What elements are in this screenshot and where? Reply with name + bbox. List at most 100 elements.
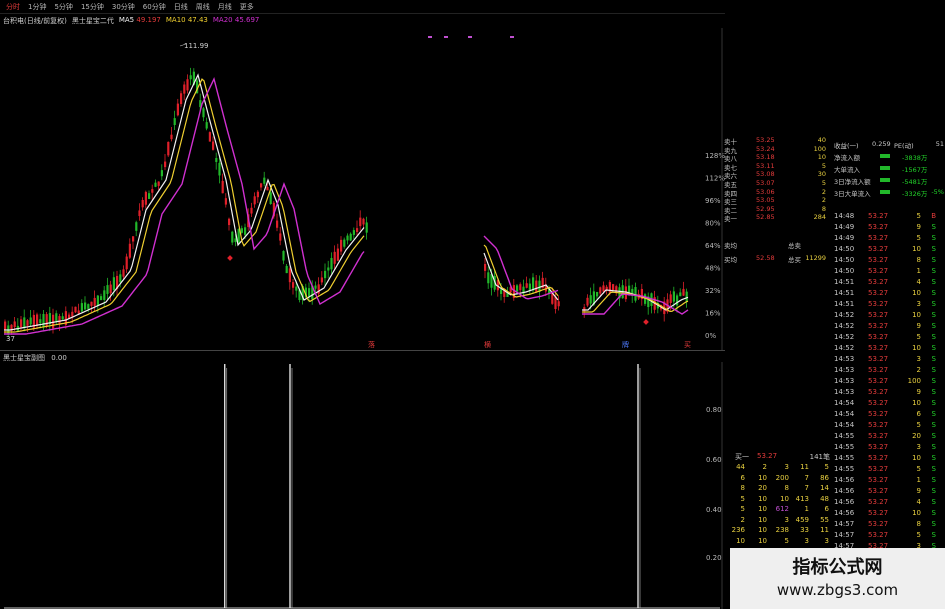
sell-level-volume: 284 [813, 213, 826, 222]
sell-level-price: 53.18 [756, 153, 775, 162]
depth-header-price: 53.27 [757, 452, 778, 460]
tick-volume: 9 [916, 223, 921, 231]
tab-6[interactable]: 日线 [171, 1, 191, 13]
candle-body [340, 239, 343, 252]
tick-volume: 10 [912, 245, 921, 253]
stat-ratio: -5% [931, 188, 944, 196]
candle-body [125, 256, 128, 270]
ma10-line [4, 78, 689, 333]
high-price-label: 111.99 [184, 42, 209, 50]
tick-side: S [931, 531, 936, 539]
tab-3[interactable]: 15分钟 [78, 1, 107, 13]
tick-price: 53.27 [868, 256, 889, 264]
candle-body [96, 295, 99, 306]
tick-price: 53.27 [868, 476, 889, 484]
depth-cell: 44 [736, 463, 745, 471]
tick-price: 53.27 [868, 410, 889, 418]
tick-volume: 4 [916, 278, 921, 286]
candle-body [77, 310, 80, 314]
sell-level-volume: 10 [817, 153, 826, 162]
tick-time: 14:53 [834, 377, 855, 385]
pct-tick-label: 80% [705, 220, 721, 228]
candle-body [144, 191, 147, 205]
candles [4, 67, 688, 338]
stat-label: 3日净流入额 [834, 178, 871, 186]
tick-volume: 10 [912, 509, 921, 517]
depth-cell: 10 [758, 473, 767, 482]
sell-level-volume: 2 [821, 187, 826, 196]
tick-volume: 8 [916, 256, 921, 264]
candle-body [324, 270, 327, 279]
stat-row: 收益(一) 0.259 PE(动) 51 [832, 140, 945, 150]
tick-time: 14:50 [834, 267, 855, 275]
candle-body [599, 287, 602, 294]
tab-8[interactable]: 月线 [215, 1, 235, 13]
indicator-sub-chart[interactable]: 0.80 0.60 0.40 0.20 [0, 362, 725, 609]
candle-body [228, 218, 231, 226]
candle-body [42, 314, 45, 328]
tab-2[interactable]: 5分钟 [51, 1, 75, 13]
stat-value: -3326万 [902, 190, 928, 198]
pct-tick-label: 48% [705, 265, 721, 273]
tab-7[interactable]: 周线 [193, 1, 213, 13]
candle-body [535, 280, 538, 293]
candle-body [365, 222, 368, 233]
tick-time: 14:55 [834, 432, 855, 440]
ma5-value: 49.197 [136, 16, 161, 24]
tick-time: 14:49 [834, 223, 855, 231]
tick-side: S [931, 355, 936, 363]
order-book-row: 卖五 53.07 5 [722, 179, 830, 189]
depth-row: 44 2 3 11 5 [735, 463, 830, 472]
tick-price: 53.27 [868, 267, 889, 275]
depth-cell: 3 [784, 515, 789, 524]
tick-row: 14:55 53.27 20 S [832, 432, 945, 443]
tick-side: S [931, 366, 936, 374]
candle-body [109, 284, 112, 294]
tab-4[interactable]: 30分钟 [109, 1, 138, 13]
candle-body [583, 307, 586, 312]
stat-row: 净流入额 -3838万 [832, 152, 945, 162]
sell-level-volume: 30 [817, 170, 826, 179]
candle-body [189, 75, 192, 80]
candle-body [122, 269, 125, 277]
tick-price: 53.27 [868, 487, 889, 495]
tick-row: 14:57 53.27 5 S [832, 531, 945, 542]
tick-side: S [931, 520, 936, 528]
signal-diamond [643, 319, 649, 325]
candle-body [682, 288, 685, 296]
depth-cell: 413 [795, 494, 809, 503]
depth-row: 236 10 238 33 11 [732, 526, 830, 535]
tab-0[interactable]: 分时 [3, 1, 23, 13]
tab-9[interactable]: 更多 [237, 1, 257, 13]
tick-time: 14:56 [834, 487, 855, 495]
tick-price: 53.27 [868, 355, 889, 363]
candle-body [317, 284, 320, 294]
candle-body [362, 218, 365, 225]
depth-cell: 14 [820, 484, 829, 492]
candle-body [138, 210, 141, 217]
candle-body [256, 191, 259, 198]
sell-level-price: 53.07 [756, 179, 775, 187]
pct-tick-label: 16% [705, 310, 721, 318]
tick-side: S [931, 333, 936, 341]
candle-body [26, 320, 29, 326]
depth-cell: 3 [824, 536, 829, 545]
order-book-row: 卖三 53.05 2 [722, 196, 830, 206]
candlestick-chart[interactable]: 111.9937128%112%96%80%64%48%32%16%0%落横牌买 [0, 28, 725, 350]
tick-price: 53.27 [868, 223, 889, 231]
tick-row: 14:54 53.27 10 S [832, 399, 945, 410]
sub-tick-label: 0.20 [706, 554, 722, 562]
depth-cell: 238 [775, 526, 789, 534]
depth-cell: 10 [758, 505, 767, 513]
tab-1[interactable]: 1分钟 [25, 1, 49, 13]
candle-body [519, 284, 522, 291]
order-book-row: 卖六 53.08 30 [722, 170, 830, 180]
order-book-row: 卖四 53.06 2 [722, 187, 830, 198]
candle-body [612, 284, 615, 290]
sell-level-price: 53.08 [756, 170, 775, 179]
sell-level-volume: 5 [821, 179, 826, 187]
tab-5[interactable]: 60分钟 [140, 1, 169, 13]
tick-side: S [931, 256, 936, 264]
candle-body [167, 141, 170, 156]
candle-body [327, 267, 330, 271]
